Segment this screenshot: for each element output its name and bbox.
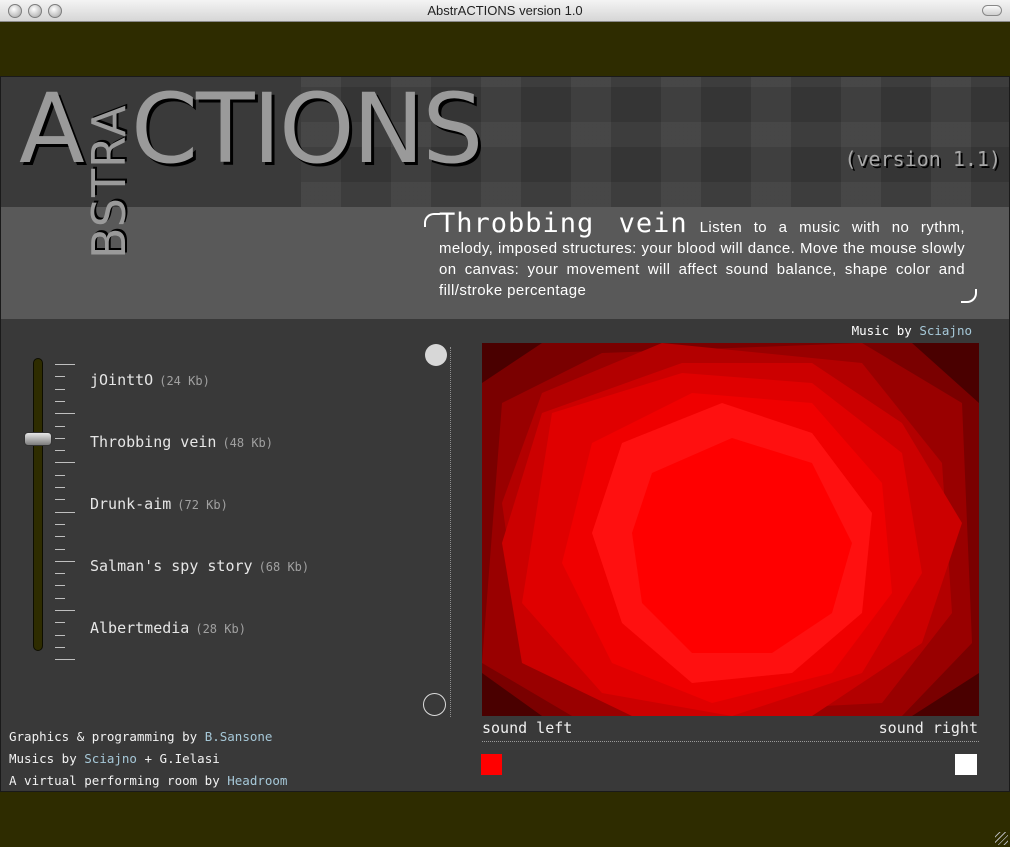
slider-tick [55, 548, 65, 550]
slider-tick [55, 474, 65, 476]
track-name: Drunk-aim [90, 495, 172, 513]
credits-link-headroom[interactable]: Headroom [227, 773, 287, 788]
slider-tick [55, 487, 65, 488]
track-slider-ticks [55, 364, 77, 661]
description-title: Throbbing vein [439, 208, 688, 239]
slider-tick [55, 523, 65, 525]
drawing-canvas[interactable] [482, 343, 979, 716]
track-name: jOinttO [90, 371, 154, 389]
credits-prefix: A virtual performing room by [9, 773, 220, 788]
slider-tick [55, 597, 65, 599]
credits-separator: + [144, 751, 153, 766]
track-item[interactable]: Salman's spy story (68 Kb) [90, 557, 309, 575]
slider-tick [55, 659, 75, 661]
logo-ctions: CTIONS [131, 77, 483, 185]
credits-name-gielasi: G.Ielasi [159, 751, 220, 766]
music-credit: Music by Sciajno [852, 323, 972, 338]
credits-link-sciajno[interactable]: Sciajno [84, 751, 137, 766]
credits-prefix: Musics by [9, 751, 77, 766]
slider-tick [55, 610, 75, 611]
header: A CTIONS (version 1.1) [1, 77, 1009, 207]
track-item[interactable]: jOinttO (24 Kb) [90, 371, 210, 389]
slider-tick [55, 622, 65, 624]
slider-tick [55, 573, 65, 575]
credits-prefix: Graphics & programming by [9, 729, 198, 744]
open-bracket-decoration [424, 213, 440, 227]
slider-tick [55, 634, 65, 636]
shapes-canvas-svg [482, 343, 979, 716]
balance-line [482, 741, 979, 742]
track-size: (48 Kb) [222, 436, 274, 450]
slider-tick [55, 425, 65, 427]
toolbar-toggle-button[interactable] [982, 5, 1002, 16]
slider-tick [55, 364, 75, 365]
left-color-swatch [481, 754, 502, 775]
track-size: (28 Kb) [195, 622, 246, 636]
music-credit-author-link[interactable]: Sciajno [919, 323, 972, 338]
logo-letter-a: A [19, 77, 85, 185]
credits: Graphics & programming by B.Sansone Musi… [9, 726, 287, 791]
track-item[interactable]: Albertmedia (28 Kb) [90, 619, 246, 637]
track-description: Throbbing vein Listen to a music with no … [439, 210, 965, 301]
slider-tick [55, 388, 65, 390]
track-name: Salman's spy story [90, 557, 253, 575]
sound-right-label: sound right [878, 719, 978, 737]
track-size: (68 Kb) [258, 560, 310, 574]
slider-tick [55, 413, 75, 415]
window-title: AbstrACTIONS version 1.0 [427, 3, 583, 18]
seek-track-line[interactable] [450, 347, 451, 717]
credits-line: A virtual performing room by Headroom [9, 770, 287, 791]
credits-line: Graphics & programming by B.Sansone [9, 726, 287, 748]
slider-tick [55, 511, 75, 513]
right-color-swatch [955, 754, 977, 775]
slider-tick [55, 560, 75, 562]
slider-tick [55, 646, 65, 648]
slider-tick [55, 499, 65, 501]
app-panel: A CTIONS (version 1.1) BSTRA Throbbing v… [0, 76, 1010, 792]
credits-line: Musics by Sciajno + G.Ielasi [9, 748, 287, 770]
window-titlebar: AbstrACTIONS version 1.0 [0, 0, 1010, 22]
resize-grip-icon[interactable] [995, 832, 1008, 845]
slider-tick [55, 462, 75, 464]
track-slider[interactable] [33, 358, 43, 651]
track-item[interactable]: Throbbing vein (48 Kb) [90, 433, 273, 451]
sound-left-label: sound left [482, 719, 573, 737]
music-credit-prefix: Music by [851, 323, 912, 338]
seek-handle-bottom[interactable] [423, 693, 446, 716]
slider-tick [55, 376, 65, 378]
version-label: (version 1.1) [844, 147, 1001, 171]
track-size: (24 Kb) [159, 374, 210, 388]
track-size: (72 Kb) [177, 498, 228, 512]
seek-handle-top[interactable] [425, 344, 447, 366]
slider-tick [55, 450, 65, 452]
track-name: Throbbing vein [90, 433, 217, 451]
logo-vertical-bstra: BSTRA [82, 104, 136, 259]
slider-tick [55, 536, 65, 538]
credits-link-bsansone[interactable]: B.Sansone [205, 729, 273, 744]
slider-tick [55, 585, 65, 587]
track-name: Albertmedia [90, 619, 190, 637]
track-slider-knob[interactable] [24, 432, 52, 446]
track-item[interactable]: Drunk-aim (72 Kb) [90, 495, 228, 513]
slider-tick [55, 400, 65, 402]
slider-tick [55, 437, 65, 439]
